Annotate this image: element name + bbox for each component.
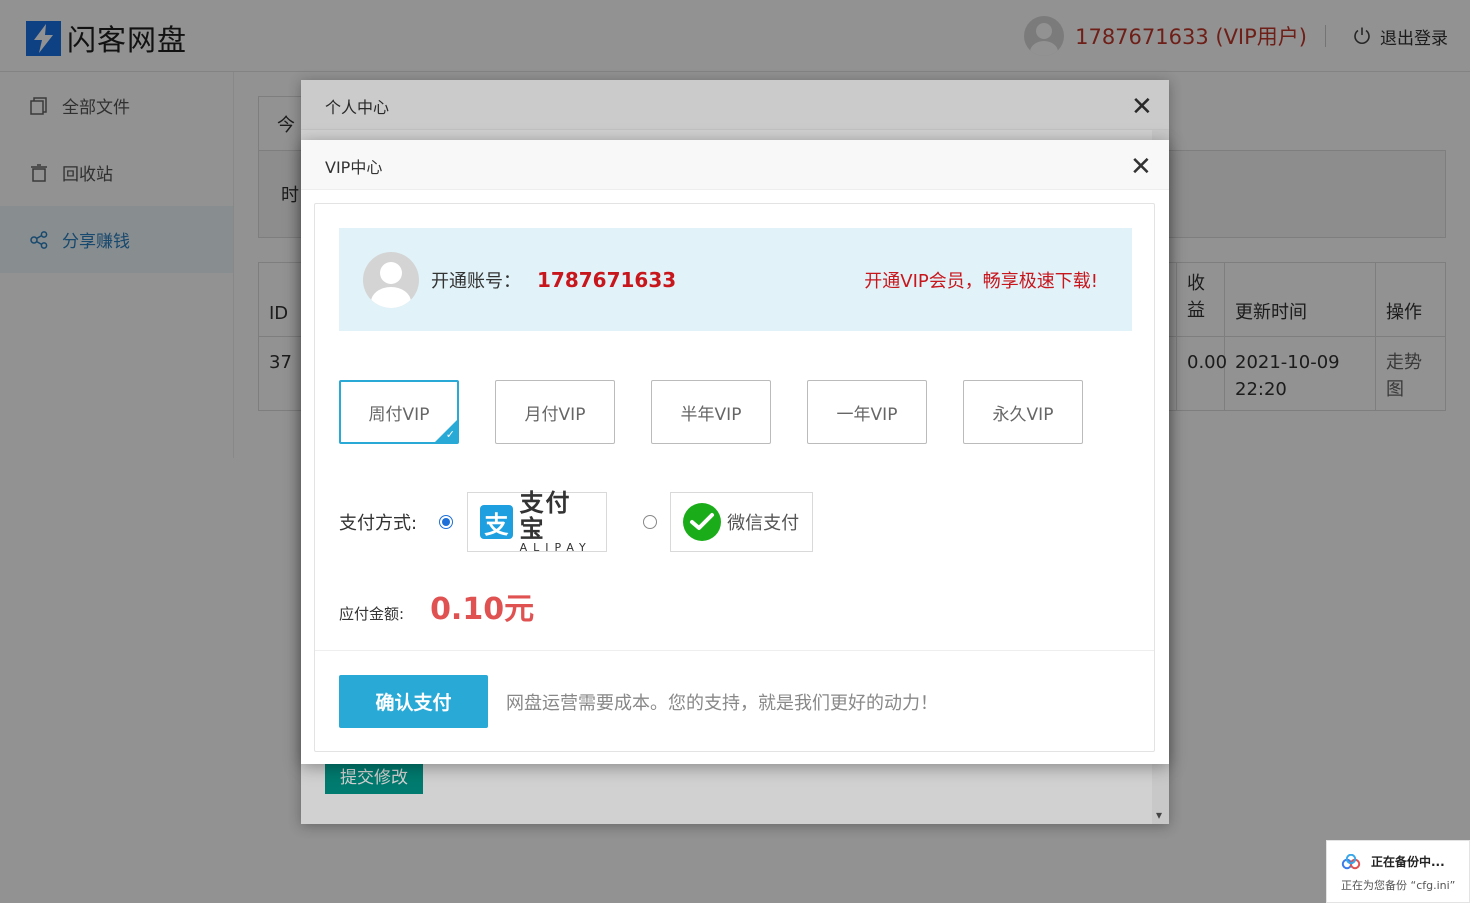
toast-title-row: 正在备份中...	[1341, 853, 1469, 870]
plan-label: 永久VIP	[992, 404, 1054, 425]
plan-label: 周付VIP	[368, 404, 430, 425]
check-icon: ✓	[445, 428, 455, 441]
amount-row: 应付金额: 0.10元	[339, 584, 534, 628]
vip-center-dialog: VIP中心 ✕ 开通账号： 1787671633 开通VIP会员，畅享极速下载!…	[301, 140, 1169, 764]
wechat-icon	[683, 503, 722, 541]
vip-card: 开通账号： 1787671633 开通VIP会员，畅享极速下载! 周付VIP ✓…	[314, 203, 1155, 752]
promo-text: 开通VIP会员，畅享极速下载!	[864, 270, 1098, 292]
wechat-pay-option[interactable]: 微信支付	[670, 492, 814, 552]
toast-subtitle: 正在为您备份 “cfg.ini”	[1341, 879, 1456, 892]
payment-label: 支付方式:	[339, 513, 418, 534]
plan-half-year-vip[interactable]: 半年VIP	[651, 380, 771, 444]
support-text: 网盘运营需要成本。您的支持，就是我们更好的动力！	[506, 693, 938, 714]
plan-label: 月付VIP	[524, 404, 586, 425]
divider	[315, 650, 1154, 651]
plan-options: 周付VIP ✓ 月付VIP 半年VIP 一年VIP 永久VIP	[339, 380, 1119, 444]
alipay-radio[interactable]	[439, 515, 454, 529]
payment-method-row: 支付方式: 支 支付宝 ALIPAY 微信支付	[339, 490, 814, 554]
plan-label: 半年VIP	[680, 404, 742, 425]
alipay-name: 支付宝	[519, 489, 572, 543]
amount-label: 应付金额:	[339, 605, 405, 623]
plan-label: 一年VIP	[836, 404, 898, 425]
account-label: 开通账号：	[431, 270, 521, 292]
dialog-title: VIP中心	[301, 140, 1169, 190]
confirm-payment-button[interactable]: 确认支付	[339, 675, 488, 728]
backup-notification[interactable]: 正在备份中... 正在为您备份 “cfg.ini”	[1326, 840, 1470, 903]
plan-weekly-vip[interactable]: 周付VIP ✓	[339, 380, 459, 444]
plan-monthly-vip[interactable]: 月付VIP	[495, 380, 615, 444]
account-banner: 开通账号： 1787671633 开通VIP会员，畅享极速下载!	[339, 228, 1132, 331]
close-icon[interactable]: ✕	[1130, 154, 1152, 180]
toast-title: 正在备份中...	[1371, 855, 1445, 869]
plan-one-year-vip[interactable]: 一年VIP	[807, 380, 927, 444]
alipay-option[interactable]: 支 支付宝 ALIPAY	[467, 490, 608, 554]
amount-value: 0.10元	[430, 592, 535, 627]
alipay-logo-text: 支付宝 ALIPAY	[520, 490, 595, 554]
alipay-icon: 支	[480, 505, 513, 539]
wechat-radio[interactable]	[643, 515, 658, 529]
wechat-pay-label: 微信支付	[727, 513, 800, 534]
alipay-name-en: ALIPAY	[519, 541, 592, 554]
baidu-cloud-icon	[1341, 853, 1361, 869]
plan-lifetime-vip[interactable]: 永久VIP	[963, 380, 1083, 444]
avatar	[363, 251, 419, 308]
account-number: 1787671633	[537, 267, 677, 292]
